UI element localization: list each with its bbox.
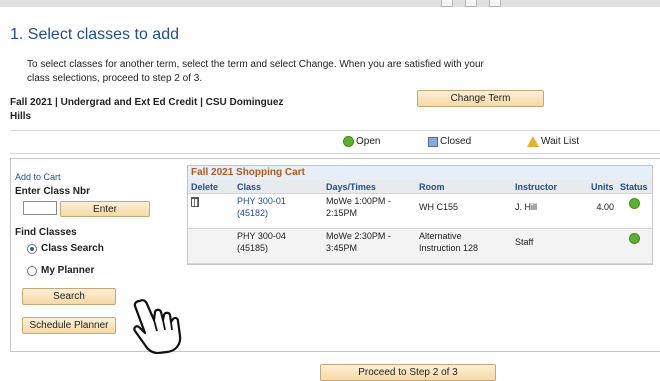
- trash-icon[interactable]: [191, 197, 199, 207]
- class-search-radio-label: Class Search: [41, 243, 104, 254]
- enter-class-nbr-label: Enter Class Nbr: [15, 186, 91, 197]
- instructions-text: To select classes for another term, sele…: [27, 59, 484, 84]
- days-times-line1: MoWe 2:30PM -: [326, 231, 391, 241]
- status-legend: Open Closed Wait List: [10, 130, 660, 154]
- room-line2: Instruction 128: [419, 243, 479, 253]
- table-row: PHY 300-01 (45182) MoWe 1:00PM - 2:15PM …: [188, 193, 652, 229]
- class-number[interactable]: (45182): [237, 207, 320, 219]
- legend-closed: Closed: [428, 136, 471, 147]
- days-times-cell: MoWe 2:30PM - 3:45PM: [323, 228, 416, 264]
- class-nbr-input[interactable]: [23, 201, 57, 215]
- term-label-line2: Hills: [10, 111, 32, 122]
- class-code-link[interactable]: PHY 300-01: [237, 195, 320, 207]
- my-planner-radio-label: My Planner: [41, 265, 95, 276]
- top-window-bar: [0, 0, 660, 7]
- column-header-instructor[interactable]: Instructor: [512, 180, 588, 194]
- change-term-button[interactable]: Change Term: [417, 90, 544, 107]
- shopping-cart-table: Delete Class Days/Times Room Instructor …: [188, 180, 652, 264]
- status-cell: [617, 228, 652, 264]
- search-button[interactable]: Search: [22, 288, 116, 305]
- class-number: (45185): [237, 243, 269, 253]
- closed-status-icon: [428, 136, 438, 147]
- legend-open: Open: [343, 136, 380, 147]
- class-cell: PHY 300-04 (45185): [234, 228, 323, 264]
- days-times-line2: 2:15PM: [326, 208, 358, 218]
- radio-selected-icon[interactable]: [27, 243, 37, 254]
- radio-unselected-icon[interactable]: [27, 265, 37, 276]
- column-header-status[interactable]: Status: [617, 180, 652, 194]
- hand-cursor-icon: [133, 299, 182, 354]
- proceed-to-step-2-button[interactable]: Proceed to Step 2 of 3: [320, 364, 496, 381]
- term-label-line1: Fall 2021 | Undergrad and Ext Ed Credit …: [10, 97, 284, 108]
- room-line1: Alternative: [419, 231, 462, 241]
- room-cell: WH C155: [416, 193, 512, 229]
- wait-list-status-icon: [527, 136, 539, 147]
- window-control-icon[interactable]: [489, 0, 501, 7]
- enter-button[interactable]: Enter: [60, 201, 150, 217]
- delete-cell: [188, 193, 234, 229]
- table-row: PHY 300-04 (45185) MoWe 2:30PM - 3:45PM …: [188, 228, 652, 264]
- column-header-days-times[interactable]: Days/Times: [323, 180, 416, 194]
- legend-wait-list-label: Wait List: [541, 136, 579, 147]
- units-cell: 4.00: [588, 193, 617, 229]
- class-cell[interactable]: PHY 300-01 (45182): [234, 193, 323, 229]
- open-status-icon: [629, 233, 640, 244]
- column-header-delete: Delete: [188, 180, 234, 194]
- column-header-room[interactable]: Room: [416, 180, 512, 194]
- days-times-line1: MoWe 1:00PM -: [326, 196, 391, 206]
- column-header-class[interactable]: Class: [234, 180, 323, 194]
- term-label: Fall 2021 | Undergrad and Ext Ed Credit …: [10, 96, 290, 124]
- page-title: 1. Select classes to add: [10, 26, 179, 43]
- schedule-planner-button[interactable]: Schedule Planner: [22, 317, 116, 334]
- add-to-cart-label: Add to Cart: [15, 172, 61, 182]
- open-status-icon: [629, 198, 640, 209]
- legend-open-label: Open: [356, 136, 381, 147]
- shopping-cart-title: Fall 2021 Shopping Cart: [188, 166, 652, 180]
- days-times-cell: MoWe 1:00PM - 2:15PM: [323, 193, 416, 229]
- instructor-cell: J. Hill: [512, 193, 588, 229]
- window-control-icon[interactable]: [441, 0, 453, 7]
- room-cell: Alternative Instruction 128: [416, 228, 512, 264]
- my-planner-radio[interactable]: My Planner: [27, 265, 94, 276]
- find-classes-label: Find Classes: [15, 227, 77, 238]
- class-search-radio[interactable]: Class Search: [27, 243, 104, 254]
- delete-cell: [188, 228, 234, 264]
- table-header-row: Delete Class Days/Times Room Instructor …: [188, 180, 652, 194]
- shopping-cart: Fall 2021 Shopping Cart Delete Class Day…: [187, 165, 653, 265]
- column-header-units[interactable]: Units: [588, 180, 617, 194]
- legend-wait-list: Wait List: [527, 136, 579, 147]
- class-code: PHY 300-04: [237, 231, 286, 241]
- instructor-cell: Staff: [512, 228, 588, 264]
- open-status-icon: [343, 136, 354, 147]
- window-control-icon[interactable]: [465, 0, 477, 7]
- units-cell: [588, 228, 617, 264]
- status-cell: [617, 193, 652, 229]
- days-times-line2: 3:45PM: [326, 243, 358, 253]
- legend-closed-label: Closed: [440, 136, 472, 147]
- room-line1: WH C155: [419, 202, 459, 212]
